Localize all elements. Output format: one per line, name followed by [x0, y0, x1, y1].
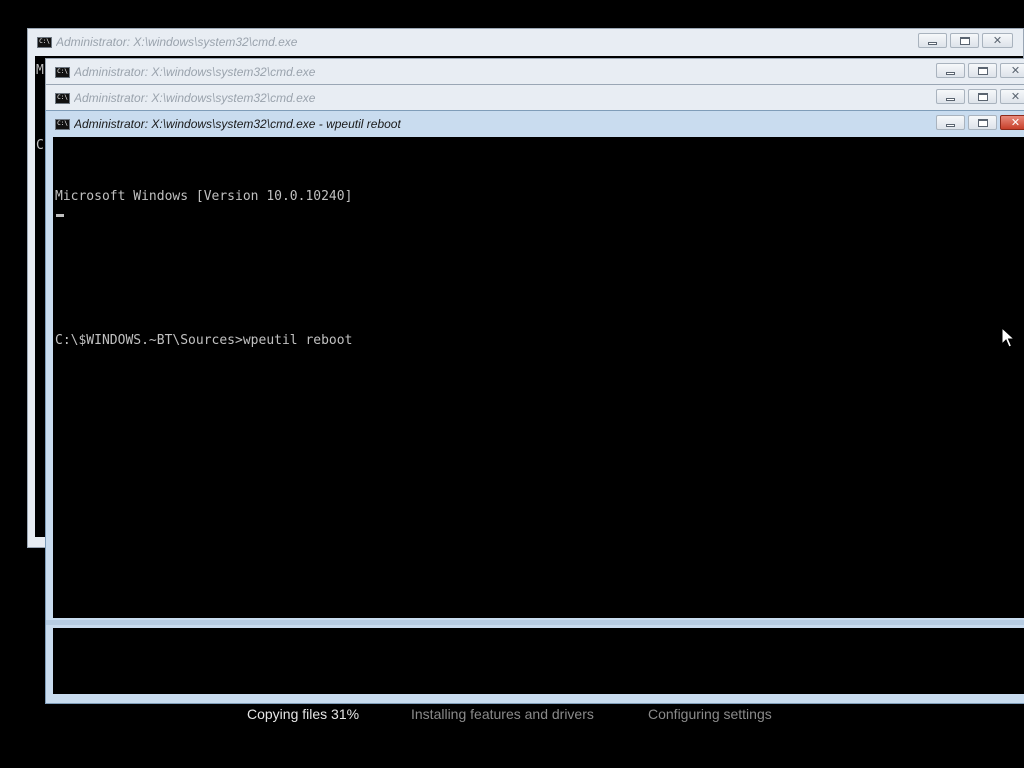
status-installing-features: Installing features and drivers — [411, 706, 594, 722]
desktop: C:\ Administrator: X:\windows\system32\c… — [0, 0, 1024, 768]
cmd-icon: C:\ — [55, 118, 70, 130]
maximize-icon — [977, 118, 988, 127]
text-cursor — [56, 214, 64, 217]
cmd-icon: C:\ — [55, 66, 70, 78]
window-separator — [46, 620, 1024, 625]
window-title: Administrator: X:\windows\system32\cmd.e… — [56, 35, 298, 49]
maximize-icon — [977, 66, 988, 75]
setup-progress-bar: Copying files 31% Installing features an… — [0, 704, 1024, 726]
close-button[interactable]: ✕ — [1000, 89, 1024, 104]
console-area-lower[interactable]: ▼ — [53, 628, 1024, 694]
status-copying-files: Copying files 31% — [247, 706, 360, 722]
title-bar[interactable]: C:\ Administrator: X:\windows\system32\c… — [46, 111, 1024, 137]
title-bar[interactable]: C:\ Administrator: X:\windows\system32\c… — [46, 59, 1024, 85]
console-area[interactable]: Microsoft Windows [Version 10.0.10240] C… — [53, 137, 1024, 618]
cmd-icon: C:\ — [37, 36, 52, 48]
window-title: Administrator: X:\windows\system32\cmd.e… — [74, 65, 316, 79]
maximize-icon — [959, 36, 970, 45]
window-controls: ✕ — [936, 85, 1024, 111]
console-partial-text: C — [36, 138, 44, 153]
console-line: C:\$WINDOWS.~BT\Sources>wpeutil reboot — [55, 333, 353, 348]
status-configuring-settings: Configuring settings — [648, 706, 772, 722]
close-button[interactable]: ✕ — [1000, 115, 1024, 130]
close-icon: ✕ — [992, 34, 1003, 47]
window-title: Administrator: X:\windows\system32\cmd.e… — [74, 117, 401, 131]
close-icon: ✕ — [1010, 116, 1021, 129]
minimize-button[interactable] — [936, 63, 965, 78]
close-button[interactable]: ✕ — [982, 33, 1013, 48]
minimize-icon — [928, 41, 937, 45]
cmd-icon: C:\ — [55, 92, 70, 104]
window-controls: ✕ — [936, 59, 1024, 85]
minimize-icon — [946, 97, 955, 101]
console-output: Microsoft Windows [Version 10.0.10240] C… — [55, 137, 352, 401]
title-bar[interactable]: C:\ Administrator: X:\windows\system32\c… — [28, 29, 1023, 55]
console-partial-text: M — [36, 63, 44, 78]
maximize-button[interactable] — [968, 115, 997, 130]
maximize-button[interactable] — [968, 89, 997, 104]
close-icon: ✕ — [1010, 64, 1021, 77]
maximize-icon — [977, 92, 988, 101]
minimize-icon — [946, 123, 955, 127]
cmd-window-active[interactable]: C:\ Administrator: X:\windows\system32\c… — [45, 110, 1024, 704]
window-controls: ✕ — [918, 29, 1016, 55]
maximize-button[interactable] — [950, 33, 979, 48]
close-icon: ✕ — [1010, 90, 1021, 103]
console-line: Microsoft Windows [Version 10.0.10240] — [55, 189, 353, 204]
minimize-button[interactable] — [936, 89, 965, 104]
close-button[interactable]: ✕ — [1000, 63, 1024, 78]
minimize-icon — [946, 71, 955, 75]
mouse-pointer-icon — [1001, 327, 1015, 348]
minimize-button[interactable] — [936, 115, 965, 130]
maximize-button[interactable] — [968, 63, 997, 78]
window-title: Administrator: X:\windows\system32\cmd.e… — [74, 91, 316, 105]
window-controls: ✕ — [936, 111, 1024, 137]
minimize-button[interactable] — [918, 33, 947, 48]
title-bar[interactable]: C:\ Administrator: X:\windows\system32\c… — [46, 85, 1024, 111]
